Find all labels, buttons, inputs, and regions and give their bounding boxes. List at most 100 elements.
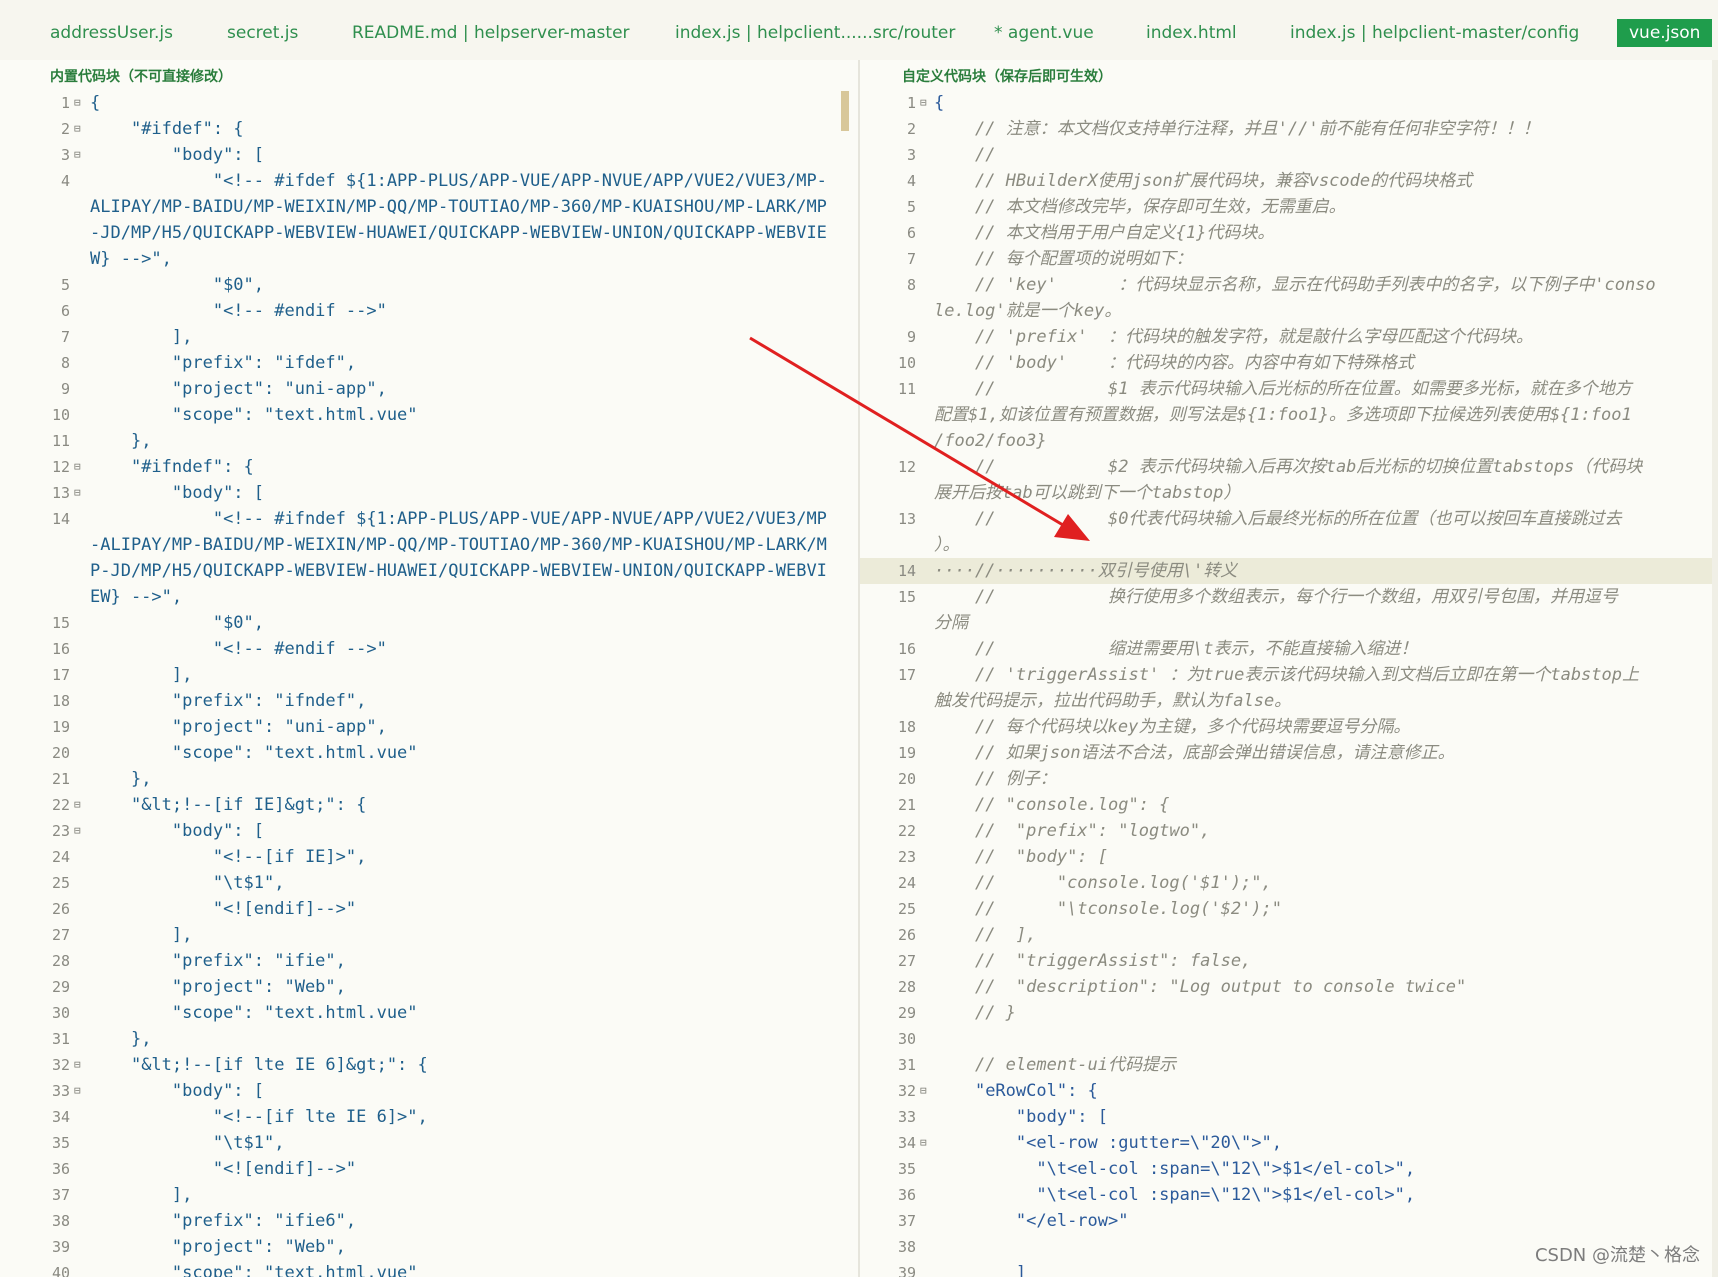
code-line[interactable]: 24 // "console.log('$1');", (860, 870, 1718, 896)
code-line[interactable]: 39 "project": "Web", (0, 1234, 858, 1260)
fold-toggle-icon[interactable]: ⊟ (74, 454, 81, 480)
fold-toggle-icon[interactable]: ⊟ (74, 90, 81, 116)
code-line[interactable]: 22 // "prefix": "logtwo", (860, 818, 1718, 844)
code-line[interactable]: 12 // $2 表示代码块输入后再次按tab后光标的切换位置tabstops（… (860, 454, 1718, 506)
code-line[interactable]: 28 "prefix": "ifie", (0, 948, 858, 974)
code-line[interactable]: 24 "<!--[if IE]>", (0, 844, 858, 870)
code-line[interactable]: 14 "<!-- #ifndef ${1:APP-PLUS/APP-VUE/AP… (0, 506, 858, 610)
code-line[interactable]: 30 (860, 1026, 1718, 1052)
fold-toggle-icon[interactable]: ⊟ (74, 818, 81, 844)
code-line[interactable]: 7 ], (0, 324, 858, 350)
tab-secret-js[interactable]: secret.js (227, 20, 298, 46)
code-line[interactable]: 10 "scope": "text.html.vue" (0, 402, 858, 428)
tab-agent-vue[interactable]: * agent.vue (994, 20, 1094, 46)
right-scrollbar[interactable] (1712, 60, 1718, 1277)
code-line[interactable]: 4 // HBuilderX使用json扩展代码块，兼容vscode的代码块格式 (860, 168, 1718, 194)
code-line[interactable]: 3 ⊟ "body": [ (0, 142, 858, 168)
code-line[interactable]: 6 // 本文档用于用户自定义{1}代码块。 (860, 220, 1718, 246)
code-line[interactable]: 36 "<![endif]-->" (0, 1156, 858, 1182)
code-line[interactable]: 11 }, (0, 428, 858, 454)
code-line[interactable]: 7 // 每个配置项的说明如下： (860, 246, 1718, 272)
code-line[interactable]: 19 // 如果json语法不合法，底部会弹出错误信息，请注意修正。 (860, 740, 1718, 766)
code-line[interactable]: 31 }, (0, 1026, 858, 1052)
code-line[interactable]: 9 "project": "uni-app", (0, 376, 858, 402)
code-line[interactable]: 13 ⊟ "body": [ (0, 480, 858, 506)
code-line[interactable]: 36 "\t<el-col :span=\"12\">$1</el-col>", (860, 1182, 1718, 1208)
code-line[interactable]: 34 "<!--[if lte IE 6]>", (0, 1104, 858, 1130)
code-line[interactable]: 11 // $1 表示代码块输入后光标的所在位置。如需要多光标，就在多个地方 配… (860, 376, 1718, 454)
tab-index-html[interactable]: index.html (1146, 20, 1237, 46)
code-line[interactable]: 33 "body": [ (860, 1104, 1718, 1130)
code-line[interactable]: 35 "\t$1", (0, 1130, 858, 1156)
code-line[interactable]: 13 // $0代表代码块输入后最终光标的所在位置（也可以按回车直接跳过去 ）。 (860, 506, 1718, 558)
code-line[interactable]: 8 "prefix": "ifdef", (0, 350, 858, 376)
custom-snippets-editor[interactable]: 1 ⊟{2 // 注意：本文档仅支持单行注释，并且'//'前不能有任何非空字符！！… (860, 90, 1718, 1277)
code-line[interactable]: 29 "project": "Web", (0, 974, 858, 1000)
code-line[interactable]: 26 "<![endif]-->" (0, 896, 858, 922)
code-line[interactable]: 32 ⊟ "eRowCol": { (860, 1078, 1718, 1104)
code-line[interactable]: 12 ⊟ "#ifndef": { (0, 454, 858, 480)
code-line[interactable]: 2 // 注意：本文档仅支持单行注释，并且'//'前不能有任何非空字符！！！ (860, 116, 1718, 142)
fold-toggle-icon[interactable]: ⊟ (920, 1130, 927, 1156)
fold-toggle-icon[interactable]: ⊟ (74, 116, 81, 142)
code-line[interactable]: 8 // 'key' ：代码块显示名称，显示在代码助手列表中的名字，以下例子中'… (860, 272, 1718, 324)
code-line[interactable]: 34 ⊟ "<el-row :gutter=\"20\">", (860, 1130, 1718, 1156)
code-line[interactable]: 18 // 每个代码块以key为主键，多个代码块需要逗号分隔。 (860, 714, 1718, 740)
code-line[interactable]: 3 // (860, 142, 1718, 168)
code-line[interactable]: 18 "prefix": "ifndef", (0, 688, 858, 714)
code-line[interactable]: 22 ⊟ "&lt;!--[if IE]&gt;": { (0, 792, 858, 818)
code-line[interactable]: 27 // "triggerAssist": false, (860, 948, 1718, 974)
code-line[interactable]: 23 ⊟ "body": [ (0, 818, 858, 844)
tab-index-js-router[interactable]: index.js | helpclient......src/router (675, 20, 955, 46)
code-line[interactable]: 16 "<!-- #endif -->" (0, 636, 858, 662)
code-line[interactable]: 29 // } (860, 1000, 1718, 1026)
code-line[interactable]: 30 "scope": "text.html.vue" (0, 1000, 858, 1026)
code-line[interactable]: 1 ⊟ { (0, 90, 858, 116)
tab-index-js-config[interactable]: index.js | helpclient-master/config (1290, 20, 1579, 46)
code-line[interactable]: 6 "<!-- #endif -->" (0, 298, 858, 324)
tab-readme-md[interactable]: README.md | helpserver-master (352, 20, 630, 46)
code-line[interactable]: 37 "</el-row>" (860, 1208, 1718, 1234)
code-line[interactable]: 17 ], (0, 662, 858, 688)
builtin-snippets-editor[interactable]: 1 ⊟{2 ⊟ "#ifdef": {3 ⊟ "body": [4 "<!-- #if… (0, 90, 858, 1277)
tab-vue-json[interactable]: vue.json (1617, 19, 1713, 47)
code-line[interactable]: 17 // 'triggerAssist' ：为true表示该代码块输入到文档后… (860, 662, 1718, 714)
code-line[interactable]: 5 // 本文档修改完毕，保存即可生效，无需重启。 (860, 194, 1718, 220)
code-line[interactable]: 27 ], (0, 922, 858, 948)
code-line[interactable]: 35 "\t<el-col :span=\"12\">$1</el-col>", (860, 1156, 1718, 1182)
code-line[interactable]: 28 // "description": "Log output to cons… (860, 974, 1718, 1000)
left-scrollbar-marker[interactable] (841, 91, 849, 131)
fold-toggle-icon[interactable]: ⊟ (74, 1052, 81, 1078)
code-line[interactable]: 26 // ], (860, 922, 1718, 948)
code-line[interactable]: 21 // "console.log": { (860, 792, 1718, 818)
code-line[interactable]: 33 ⊟ "body": [ (0, 1078, 858, 1104)
code-line[interactable]: 25 "\t$1", (0, 870, 858, 896)
code-line[interactable]: 37 ], (0, 1182, 858, 1208)
code-line[interactable]: 38 "prefix": "ifie6", (0, 1208, 858, 1234)
code-line[interactable]: 21 }, (0, 766, 858, 792)
code-line[interactable]: 40 "scope": "text.html.vue" (0, 1260, 858, 1277)
code-line[interactable]: 32 ⊟ "&lt;!--[if lte IE 6]&gt;": { (0, 1052, 858, 1078)
code-line[interactable]: 2 ⊟ "#ifdef": { (0, 116, 858, 142)
code-line[interactable]: 5 "$0", (0, 272, 858, 298)
code-line[interactable]: 20 "scope": "text.html.vue" (0, 740, 858, 766)
code-line[interactable]: 19 "project": "uni-app", (0, 714, 858, 740)
code-line[interactable]: 4 "<!-- #ifdef ${1:APP-PLUS/APP-VUE/APP-… (0, 168, 858, 272)
code-line[interactable]: 15 // 换行使用多个数组表示，每个行一个数组，用双引号包围，并用逗号 分隔 (860, 584, 1718, 636)
fold-toggle-icon[interactable]: ⊟ (74, 480, 81, 506)
code-line[interactable]: 25 // "\tconsole.log('$2');" (860, 896, 1718, 922)
code-line[interactable]: 15 "$0", (0, 610, 858, 636)
code-line[interactable]: 9 // 'prefix' ：代码块的触发字符，就是敲什么字母匹配这个代码块。 (860, 324, 1718, 350)
code-line[interactable]: 20 // 例子： (860, 766, 1718, 792)
fold-toggle-icon[interactable]: ⊟ (74, 1078, 81, 1104)
fold-toggle-icon[interactable]: ⊟ (920, 90, 927, 116)
code-line[interactable]: 16 // 缩进需要用\t表示，不能直接输入缩进！ (860, 636, 1718, 662)
tab-addressuser-js[interactable]: addressUser.js (50, 20, 173, 46)
fold-toggle-icon[interactable]: ⊟ (920, 1078, 927, 1104)
code-line[interactable]: 1 ⊟ { (860, 90, 1718, 116)
code-line[interactable]: 23 // "body": [ (860, 844, 1718, 870)
code-line[interactable]: 31 // element-ui代码提示 (860, 1052, 1718, 1078)
code-line[interactable]: 10 // 'body' ：代码块的内容。内容中有如下特殊格式 (860, 350, 1718, 376)
fold-toggle-icon[interactable]: ⊟ (74, 142, 81, 168)
code-line[interactable]: 14 ····//··········双引号使用\'转义 (860, 558, 1718, 584)
